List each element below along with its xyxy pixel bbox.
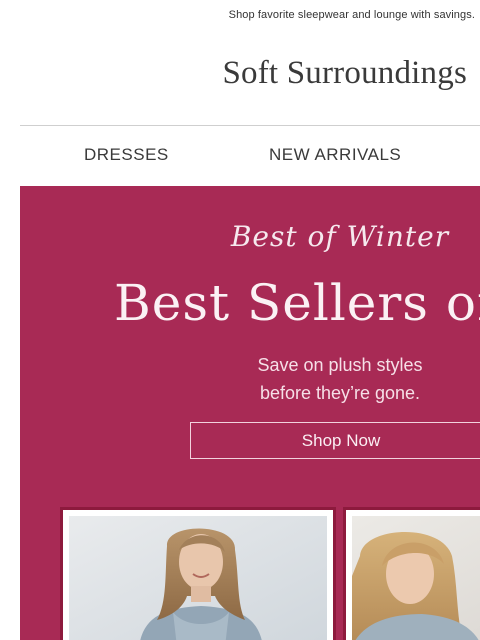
hero-subtext-line-1: Save on plush styles [257, 355, 423, 375]
product-photo[interactable] [352, 516, 480, 640]
product-card[interactable] [343, 507, 480, 640]
product-card[interactable] [60, 507, 336, 640]
header-divider [20, 125, 480, 126]
preheader-text: Shop favorite sleepwear and lounge with … [228, 9, 475, 21]
woman-in-gray-robe-illustration [69, 516, 327, 640]
nav-item-dresses[interactable]: DRESSES [84, 145, 169, 165]
brand-logo[interactable]: Soft Surroundings [222, 55, 467, 92]
nav-item-new-arrivals[interactable]: NEW ARRIVALS [269, 145, 401, 165]
woman-in-gray-top-illustration [352, 516, 480, 640]
hero-subtext: Save on plush styles before they’re gone… [20, 351, 480, 407]
shop-now-label: Shop Now [301, 431, 381, 450]
hero-banner[interactable]: Best of Winter Best Sellers on S Save on… [20, 186, 480, 640]
main-nav: DRESSES NEW ARRIVALS [0, 145, 480, 169]
hero-headline: Best Sellers on S [114, 274, 480, 332]
shop-now-button[interactable]: Shop Now [190, 422, 480, 459]
hero-kicker: Best of Winter [230, 220, 450, 253]
hero-subtext-line-2: before they’re gone. [259, 383, 421, 403]
product-photo[interactable] [69, 516, 327, 640]
